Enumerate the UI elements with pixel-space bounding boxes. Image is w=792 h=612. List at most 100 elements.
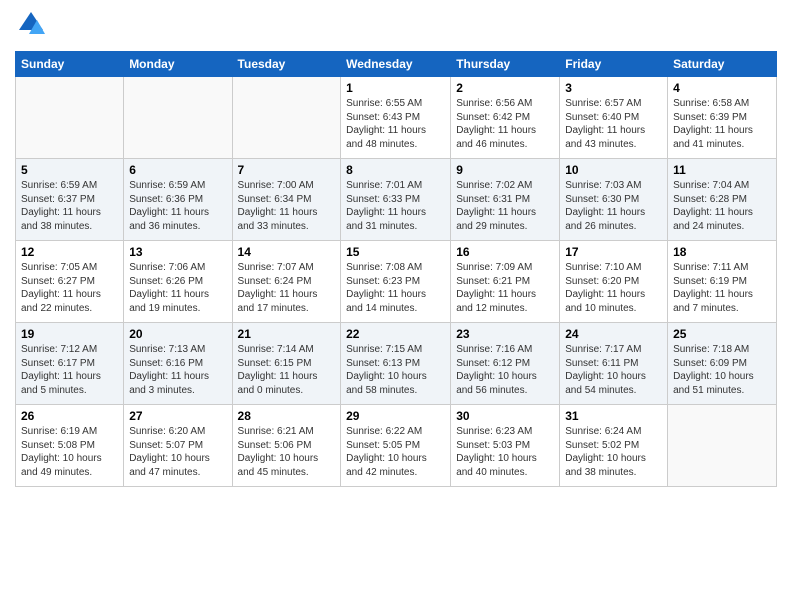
- day-info: Sunrise: 7:12 AMSunset: 6:17 PMDaylight:…: [21, 343, 118, 397]
- weekday-sunday: Sunday: [16, 52, 124, 77]
- day-number: 24: [565, 327, 662, 341]
- day-info: Sunrise: 6:20 AMSunset: 5:07 PMDaylight:…: [129, 425, 226, 479]
- day-number: 27: [129, 409, 226, 423]
- week-row-3: 12Sunrise: 7:05 AMSunset: 6:27 PMDayligh…: [16, 241, 777, 323]
- calendar-cell: 30 Sunrise: 6:23 AMSunset: 5:03 PMDayligh…: [451, 405, 560, 487]
- calendar-cell: 3Sunrise: 6:57 AMSunset: 6:40 PMDaylight…: [560, 77, 668, 159]
- logo-icon: [17, 10, 45, 38]
- day-number: 14: [238, 245, 336, 259]
- calendar-cell: 5 Sunrise: 6:59 AMSunset: 6:37 PMDaylight…: [16, 159, 124, 241]
- calendar-cell: 15 Sunrise: 7:08 AMSunset: 6:23 PMDayligh…: [341, 241, 451, 323]
- calendar-cell: 22 Sunrise: 7:15 AMSunset: 6:13 PMDayligh…: [341, 323, 451, 405]
- day-number: 23: [456, 327, 554, 341]
- calendar-cell: 8 Sunrise: 7:01 AMSunset: 6:33 PMDaylight…: [341, 159, 451, 241]
- calendar-cell: [668, 405, 777, 487]
- day-number: 1: [346, 81, 445, 95]
- day-number: 28: [238, 409, 336, 423]
- calendar-cell: 11Sunrise: 7:04 AMSunset: 6:28 PMDayligh…: [668, 159, 777, 241]
- day-number: 5: [21, 163, 118, 177]
- weekday-friday: Friday: [560, 52, 668, 77]
- weekday-monday: Monday: [124, 52, 232, 77]
- day-info: Sunrise: 7:00 AMSunset: 6:34 PMDaylight:…: [238, 179, 336, 233]
- calendar-cell: 23 Sunrise: 7:16 AMSunset: 6:12 PMDayligh…: [451, 323, 560, 405]
- week-row-1: 1 Sunrise: 6:55 AMSunset: 6:43 PMDaylight…: [16, 77, 777, 159]
- day-number: 16: [456, 245, 554, 259]
- day-info: Sunrise: 7:01 AMSunset: 6:33 PMDaylight:…: [346, 179, 445, 233]
- day-info: Sunrise: 6:19 AMSunset: 5:08 PMDaylight:…: [21, 425, 118, 479]
- day-info: Sunrise: 7:02 AMSunset: 6:31 PMDaylight:…: [456, 179, 554, 233]
- calendar-cell: 2 Sunrise: 6:56 AMSunset: 6:42 PMDaylight…: [451, 77, 560, 159]
- calendar-cell: 14Sunrise: 7:07 AMSunset: 6:24 PMDayligh…: [232, 241, 341, 323]
- day-info: Sunrise: 6:59 AMSunset: 6:36 PMDaylight:…: [129, 179, 226, 233]
- day-number: 10: [565, 163, 662, 177]
- calendar-cell: 28Sunrise: 6:21 AMSunset: 5:06 PMDayligh…: [232, 405, 341, 487]
- day-number: 19: [21, 327, 118, 341]
- day-number: 13: [129, 245, 226, 259]
- calendar-cell: 24Sunrise: 7:17 AMSunset: 6:11 PMDayligh…: [560, 323, 668, 405]
- calendar-cell: 10 Sunrise: 7:03 AMSunset: 6:30 PMDayligh…: [560, 159, 668, 241]
- calendar-cell: 1 Sunrise: 6:55 AMSunset: 6:43 PMDaylight…: [341, 77, 451, 159]
- week-row-4: 19 Sunrise: 7:12 AMSunset: 6:17 PMDayligh…: [16, 323, 777, 405]
- calendar-cell: 20 Sunrise: 7:13 AMSunset: 6:16 PMDayligh…: [124, 323, 232, 405]
- day-info: Sunrise: 7:11 AMSunset: 6:19 PMDaylight:…: [673, 261, 771, 315]
- calendar-cell: 19 Sunrise: 7:12 AMSunset: 6:17 PMDayligh…: [16, 323, 124, 405]
- calendar-cell: 16Sunrise: 7:09 AMSunset: 6:21 PMDayligh…: [451, 241, 560, 323]
- day-number: 18: [673, 245, 771, 259]
- day-info: Sunrise: 7:18 AMSunset: 6:09 PMDaylight:…: [673, 343, 771, 397]
- day-number: 15: [346, 245, 445, 259]
- day-info: Sunrise: 6:24 AMSunset: 5:02 PMDaylight:…: [565, 425, 662, 479]
- calendar-cell: [232, 77, 341, 159]
- day-number: 20: [129, 327, 226, 341]
- day-number: 30: [456, 409, 554, 423]
- calendar-cell: 17Sunrise: 7:10 AMSunset: 6:20 PMDayligh…: [560, 241, 668, 323]
- week-row-2: 5 Sunrise: 6:59 AMSunset: 6:37 PMDaylight…: [16, 159, 777, 241]
- day-number: 29: [346, 409, 445, 423]
- day-info: Sunrise: 6:55 AMSunset: 6:43 PMDaylight:…: [346, 97, 445, 151]
- day-info: Sunrise: 6:56 AMSunset: 6:42 PMDaylight:…: [456, 97, 554, 151]
- day-number: 3: [565, 81, 662, 95]
- day-info: Sunrise: 6:59 AMSunset: 6:37 PMDaylight:…: [21, 179, 118, 233]
- day-number: 25: [673, 327, 771, 341]
- day-number: 7: [238, 163, 336, 177]
- weekday-tuesday: Tuesday: [232, 52, 341, 77]
- calendar-cell: [124, 77, 232, 159]
- day-info: Sunrise: 7:03 AMSunset: 6:30 PMDaylight:…: [565, 179, 662, 233]
- day-info: Sunrise: 7:13 AMSunset: 6:16 PMDaylight:…: [129, 343, 226, 397]
- day-number: 31: [565, 409, 662, 423]
- calendar-cell: [16, 77, 124, 159]
- calendar-cell: 12Sunrise: 7:05 AMSunset: 6:27 PMDayligh…: [16, 241, 124, 323]
- day-number: 6: [129, 163, 226, 177]
- day-info: Sunrise: 7:15 AMSunset: 6:13 PMDaylight:…: [346, 343, 445, 397]
- day-number: 11: [673, 163, 771, 177]
- calendar-cell: 6 Sunrise: 6:59 AMSunset: 6:36 PMDaylight…: [124, 159, 232, 241]
- day-number: 4: [673, 81, 771, 95]
- day-info: Sunrise: 7:16 AMSunset: 6:12 PMDaylight:…: [456, 343, 554, 397]
- day-number: 17: [565, 245, 662, 259]
- day-number: 9: [456, 163, 554, 177]
- weekday-wednesday: Wednesday: [341, 52, 451, 77]
- weekday-header-row: SundayMondayTuesdayWednesdayThursdayFrid…: [16, 52, 777, 77]
- calendar-cell: 21Sunrise: 7:14 AMSunset: 6:15 PMDayligh…: [232, 323, 341, 405]
- weekday-saturday: Saturday: [668, 52, 777, 77]
- calendar-cell: 18 Sunrise: 7:11 AMSunset: 6:19 PMDayligh…: [668, 241, 777, 323]
- logo: [15, 10, 45, 43]
- calendar-table: SundayMondayTuesdayWednesdayThursdayFrid…: [15, 51, 777, 487]
- day-info: Sunrise: 7:08 AMSunset: 6:23 PMDaylight:…: [346, 261, 445, 315]
- calendar-cell: 4 Sunrise: 6:58 AMSunset: 6:39 PMDaylight…: [668, 77, 777, 159]
- day-number: 2: [456, 81, 554, 95]
- calendar-cell: 25 Sunrise: 7:18 AMSunset: 6:09 PMDayligh…: [668, 323, 777, 405]
- calendar-cell: 7 Sunrise: 7:00 AMSunset: 6:34 PMDaylight…: [232, 159, 341, 241]
- day-number: 22: [346, 327, 445, 341]
- day-info: Sunrise: 6:58 AMSunset: 6:39 PMDaylight:…: [673, 97, 771, 151]
- weekday-thursday: Thursday: [451, 52, 560, 77]
- calendar-cell: 9 Sunrise: 7:02 AMSunset: 6:31 PMDaylight…: [451, 159, 560, 241]
- day-number: 8: [346, 163, 445, 177]
- calendar-cell: 26Sunrise: 6:19 AMSunset: 5:08 PMDayligh…: [16, 405, 124, 487]
- header: [15, 10, 777, 43]
- day-info: Sunrise: 6:23 AMSunset: 5:03 PMDaylight:…: [456, 425, 554, 479]
- day-number: 21: [238, 327, 336, 341]
- calendar-cell: 13Sunrise: 7:06 AMSunset: 6:26 PMDayligh…: [124, 241, 232, 323]
- calendar-cell: 27 Sunrise: 6:20 AMSunset: 5:07 PMDayligh…: [124, 405, 232, 487]
- logo-text: [15, 10, 45, 43]
- page-container: SundayMondayTuesdayWednesdayThursdayFrid…: [0, 0, 792, 497]
